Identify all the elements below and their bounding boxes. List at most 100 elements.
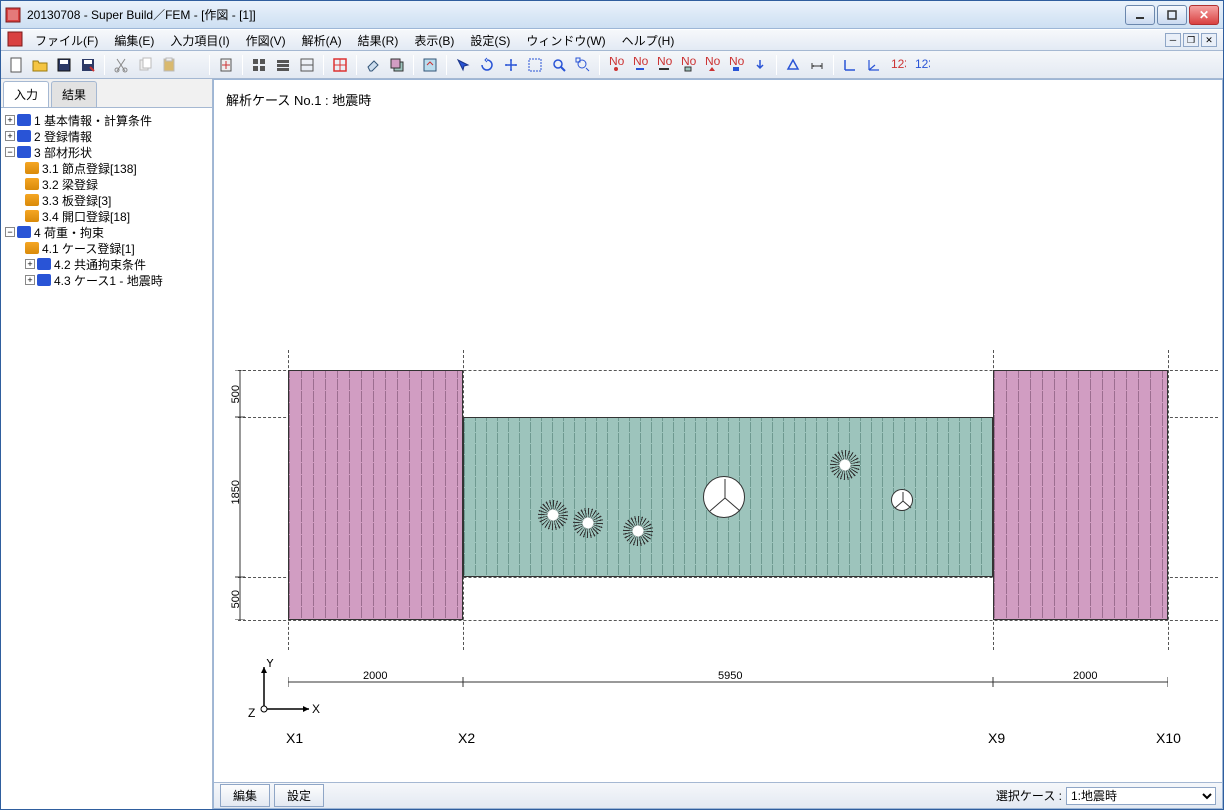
calc-icon[interactable] [215,54,237,76]
menu-draw[interactable]: 作図(V) [238,30,294,51]
tree-item[interactable]: −3 部材形状 [3,144,210,160]
titlebar: 20130708 - Super Build／FEM - [作図 - [1]] … [1,1,1223,29]
tree-item[interactable]: 4.1 ケース登録[1] [3,240,210,256]
grid3-icon[interactable] [296,54,318,76]
no2-icon[interactable]: No. [629,54,651,76]
maximize-button[interactable] [1157,5,1187,25]
dim-label: 500 [230,590,242,608]
opening-pattern [573,508,603,538]
axis3d-icon[interactable] [863,54,885,76]
opening-pattern [538,500,568,530]
menu-view[interactable]: 表示(B) [406,30,462,51]
axis2d-icon[interactable] [839,54,861,76]
menu-help[interactable]: ヘルプ(H) [614,30,683,51]
tree-item[interactable]: 3.1 節点登録[138] [3,160,210,176]
tree-item[interactable]: +2 登録情報 [3,128,210,144]
tree-item[interactable]: 3.4 開口登録[18] [3,208,210,224]
viewport[interactable]: 解析ケース No.1 : 地震時 [214,80,1222,782]
no4-icon[interactable]: No. [677,54,699,76]
opening-pattern [830,450,860,480]
saveas-icon[interactable] [77,54,99,76]
mdi-close[interactable]: ✕ [1201,33,1217,47]
num123-icon[interactable]: 123 [887,54,909,76]
paste-icon[interactable] [158,54,180,76]
menu-window[interactable]: ウィンドウ(W) [518,30,613,51]
axis-label: X10 [1156,730,1181,746]
no3-icon[interactable]: No. [653,54,675,76]
tree-item[interactable]: 3.2 梁登録 [3,176,210,192]
opening-pattern [623,516,653,546]
left-pane: 入力 結果 +1 基本情報・計算条件 +2 登録情報 −3 部材形状 3.1 節… [1,79,213,809]
copy-icon[interactable] [134,54,156,76]
menu-input[interactable]: 入力項目(I) [162,30,237,51]
red-grid-icon[interactable] [329,54,351,76]
save-icon[interactable] [53,54,75,76]
menu-edit[interactable]: 編集(E) [106,30,162,51]
bottombar: 編集 設定 選択ケース : 1:地震時 [214,782,1222,808]
dim-label: 1850 [230,480,242,504]
num123b-icon[interactable]: 123 [911,54,933,76]
tree-label: 4.1 ケース登録[1] [42,240,135,257]
menu-analysis[interactable]: 解析(A) [294,30,350,51]
close-button[interactable]: ✕ [1189,5,1219,25]
minimize-button[interactable] [1125,5,1155,25]
grid2-icon[interactable] [272,54,294,76]
tree-item[interactable]: +1 基本情報・計算条件 [3,112,210,128]
svg-text:No.: No. [657,57,672,68]
select-icon[interactable] [452,54,474,76]
menu-file[interactable]: ファイル(F) [27,30,106,51]
coord-axes: Y X Z [244,659,324,732]
case-label: 選択ケース : [996,787,1062,804]
mdi-restore[interactable]: ❐ [1183,33,1199,47]
tree-item[interactable]: 3.3 板登録[3] [3,192,210,208]
window-buttons: ✕ [1125,5,1219,25]
menu-settings[interactable]: 設定(S) [462,30,518,51]
svg-text:123: 123 [891,57,906,71]
viewport-title: 解析ケース No.1 : 地震時 [226,90,371,109]
menubar: ファイル(F) 編集(E) 入力項目(I) 作図(V) 解析(A) 結果(R) … [1,29,1223,51]
new-icon[interactable] [5,54,27,76]
mdi-minimize[interactable]: ─ [1165,33,1181,47]
layers-icon[interactable] [386,54,408,76]
mdi-buttons: ─ ❐ ✕ [1165,33,1217,47]
edit-button[interactable]: 編集 [220,784,270,807]
tab-input[interactable]: 入力 [3,81,49,107]
arrow-down-icon[interactable] [749,54,771,76]
mdi-icon [7,31,23,50]
main-pane: 解析ケース No.1 : 地震時 [213,79,1223,809]
dim-icon[interactable] [806,54,828,76]
dim-label: 5950 [718,670,742,682]
tree-label: 1 基本情報・計算条件 [34,112,152,129]
tree-label: 3.2 梁登録 [42,176,98,193]
tree-view[interactable]: +1 基本情報・計算条件 +2 登録情報 −3 部材形状 3.1 節点登録[13… [1,108,212,809]
svg-text:No.: No. [705,57,720,68]
fem-model: 2000 5950 2000 500 1850 500 X [238,190,1198,630]
open-icon[interactable] [29,54,51,76]
grid1-icon[interactable] [248,54,270,76]
tree-item[interactable]: +4.2 共通拘束条件 [3,256,210,272]
no1-icon[interactable]: No. [605,54,627,76]
zoomfit-icon[interactable] [572,54,594,76]
axis-label: X9 [988,730,1005,746]
tree-item[interactable]: −4 荷重・拘束 [3,224,210,240]
redraw-icon[interactable] [419,54,441,76]
zoom-icon[interactable] [548,54,570,76]
settings-button[interactable]: 設定 [274,784,324,807]
app-icon [5,7,21,23]
pan-icon[interactable] [500,54,522,76]
tab-result[interactable]: 結果 [51,81,97,107]
tree-item[interactable]: +4.3 ケース1 - 地震時 [3,272,210,288]
no5-icon[interactable]: No. [701,54,723,76]
opening-small [891,489,913,511]
support-icon[interactable] [782,54,804,76]
case-dropdown[interactable]: 1:地震時 [1066,787,1216,805]
svg-text:123: 123 [915,57,930,71]
axis-label: X2 [458,730,475,746]
eraser-icon[interactable] [362,54,384,76]
rotate-icon[interactable] [476,54,498,76]
cut-icon[interactable] [110,54,132,76]
delete-icon[interactable] [182,54,204,76]
no6-icon[interactable]: No. [725,54,747,76]
menu-result[interactable]: 結果(R) [350,30,407,51]
zoomwin-icon[interactable] [524,54,546,76]
